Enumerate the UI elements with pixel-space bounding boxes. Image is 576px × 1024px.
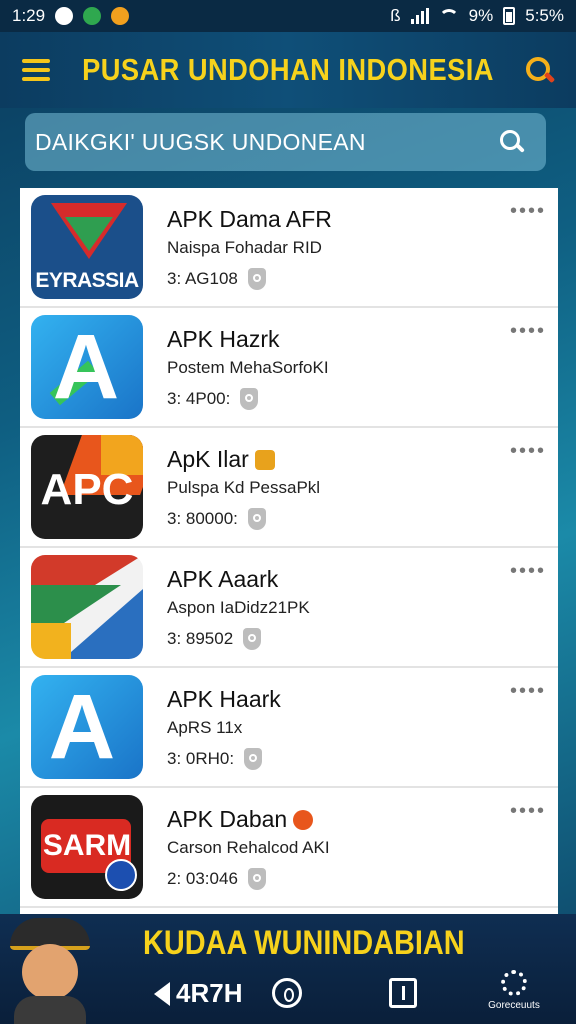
status-bar: 1:29 ß 9% 5:5% (0, 0, 576, 32)
page-title: PUSAR UNDOHAN INDONESIA (82, 52, 494, 87)
app-icon-label: EYRASSIA (35, 269, 139, 292)
more-options-icon[interactable]: •••• (510, 561, 546, 581)
search-button-icon[interactable] (498, 128, 526, 156)
app-name: APK Dama AFR (167, 205, 332, 232)
battery-icon (503, 7, 516, 25)
app-icon: SARM (31, 795, 143, 899)
app-subtitle: Postem MehaSorfoKI (167, 357, 329, 377)
back-button[interactable]: 4R7H (154, 978, 242, 1009)
more-options-icon[interactable]: •••• (510, 441, 546, 461)
app-list: EYRASSIA APK Dama AFR Naispa Fohadar RID… (20, 188, 558, 914)
verified-shield-icon (247, 507, 266, 530)
list-item[interactable]: APC ApK Ilar Pulspa Kd PessaPkl 3: 80000… (20, 428, 558, 548)
verified-shield-icon (243, 627, 262, 650)
app-icon: A (31, 675, 143, 779)
shield-app-icon (83, 7, 102, 25)
app-size: 3: 89502 (167, 628, 234, 648)
notification-icon (55, 7, 74, 25)
app-subtitle: ApRS 11x (167, 717, 243, 737)
app-subtitle: Carson Rehalcod AKI (167, 837, 330, 857)
app-size: 3: AG108 (167, 268, 238, 288)
app-subtitle: Aspon IaDidz21PK (167, 597, 310, 617)
bluetooth-icon: ß (390, 6, 401, 25)
search-input[interactable]: DAIKGKI' UUGSK UNDONEAN (35, 129, 498, 156)
verified-shield-icon (240, 387, 259, 410)
game-app-icon (111, 7, 130, 25)
app-size: 2: 03:046 (167, 868, 238, 888)
settings-button[interactable]: Goreceuuts (484, 970, 544, 1011)
back-arrow-icon (154, 981, 170, 1006)
app-name: APK Aaark (167, 565, 279, 592)
app-name: APK Daban (167, 805, 288, 832)
gear-badge-icon (293, 810, 314, 831)
battery-percent: 9% (468, 6, 494, 25)
signal-icon (410, 8, 429, 24)
app-name: APK Haark (167, 685, 281, 712)
app-icon: EYRASSIA (31, 195, 143, 299)
verified-shield-icon (244, 747, 263, 770)
app-icon-label: APC (40, 465, 134, 514)
gear-icon (501, 970, 527, 996)
list-item[interactable]: SARM APK Daban Carson Rehalcod AKI 2: 03… (20, 788, 558, 908)
list-item[interactable]: APK Aaark Aspon IaDidz21PK 3: 89502 •••• (20, 548, 558, 668)
more-options-icon[interactable]: •••• (510, 201, 546, 221)
more-options-icon[interactable]: •••• (510, 801, 546, 821)
app-name: ApK Ilar (167, 445, 249, 472)
more-options-icon[interactable]: •••• (510, 321, 546, 341)
list-item[interactable]: A APK Haark ApRS 11x 3: 0RH0: •••• (20, 668, 558, 788)
more-options-icon[interactable]: •••• (510, 681, 546, 701)
verified-shield-icon (247, 867, 266, 890)
app-bar: PUSAR UNDOHAN INDONESIA (0, 32, 576, 108)
app-icon: A (31, 315, 143, 419)
banner-title: KUDAA WUNINDABIAN (143, 924, 465, 962)
app-size: 3: 80000: (167, 508, 238, 528)
home-button[interactable] (272, 978, 302, 1008)
search-icon[interactable] (524, 55, 556, 85)
recent-apps-button[interactable] (389, 978, 417, 1008)
app-icon-label: A (48, 676, 116, 778)
app-icon: APC (31, 435, 143, 539)
status-right-text: 5:5% (525, 6, 564, 25)
settings-label: Goreceuuts (488, 1000, 540, 1011)
status-left: 1:29 (12, 6, 130, 26)
menu-icon[interactable] (22, 59, 52, 81)
app-icon-label: A (52, 316, 120, 418)
app-icon-label: SARM (42, 829, 132, 862)
status-time: 1:29 (12, 6, 46, 25)
app-subtitle: Pulspa Kd PessaPkl (167, 477, 321, 497)
list-item[interactable]: A APK Hazrk Postem MehaSorfoKI 3: 4P00: … (20, 308, 558, 428)
back-label: 4R7H (176, 978, 243, 1008)
app-icon (31, 555, 143, 659)
status-right: ß 9% 5:5% (390, 6, 564, 26)
app-size: 3: 0RH0: (167, 748, 235, 768)
badge-icon (254, 450, 275, 471)
app-subtitle: Naispa Fohadar RID (167, 237, 322, 257)
app-name: APK Hazrk (167, 325, 280, 352)
search-bar[interactable]: DAIKGKI' UUGSK UNDONEAN (25, 113, 546, 171)
navigation-bar: 4R7H Goreceuuts (0, 962, 576, 1024)
verified-shield-icon (247, 267, 266, 290)
wifi-icon (438, 9, 459, 23)
app-size: 3: 4P00: (167, 388, 231, 408)
list-item[interactable]: EYRASSIA APK Dama AFR Naispa Fohadar RID… (20, 188, 558, 308)
